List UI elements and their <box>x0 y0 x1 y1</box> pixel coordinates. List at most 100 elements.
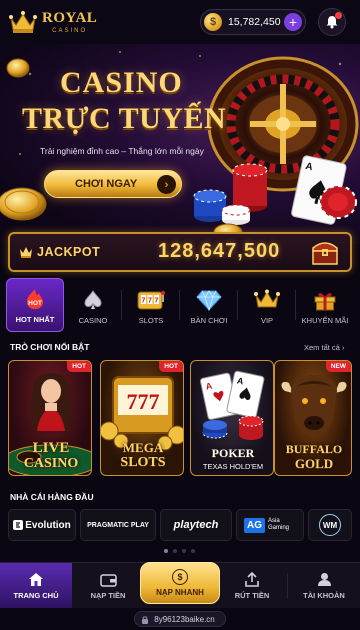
play-now-label: CHƠI NGAY <box>75 178 138 190</box>
jackpot-banner[interactable]: JACKPOT 128,647,500 <box>8 232 352 272</box>
balance-value: 15,782,450 <box>228 16 281 28</box>
hero-title-line1: CASINO <box>60 66 183 99</box>
category-casino[interactable]: CASINO <box>64 278 122 332</box>
game-subtitle: TEXAS HOLD'EM <box>202 462 264 471</box>
game-title-line2: GOLD <box>294 456 334 471</box>
carousel-dot[interactable] <box>191 549 195 553</box>
coin-icon: $ <box>204 13 222 31</box>
carousel-dot[interactable] <box>164 549 168 553</box>
new-badge: NEW <box>325 361 351 372</box>
diamond-icon <box>196 290 222 311</box>
browser-url-bar: 8y96123baike.cn <box>0 608 360 630</box>
providers-list: Evolution PRAGMATIC PLAY playtech AG Asi… <box>8 509 352 541</box>
wallet-icon <box>99 573 117 587</box>
slot-machine-icon: 7 7 7 <box>137 291 165 310</box>
provider-playtech[interactable]: playtech <box>160 509 232 541</box>
see-all-link[interactable]: Xem tất cả › <box>304 343 344 352</box>
dollar-coin-icon: $ <box>172 569 188 585</box>
nav-label: RÚT TIỀN <box>234 591 270 600</box>
svg-text:7: 7 <box>155 298 159 305</box>
provider-subname: Asia Gaming <box>268 518 290 531</box>
provider-asia-gaming[interactable]: AG Asia Gaming <box>236 509 304 541</box>
category-table-games[interactable]: BÀN CHƠI <box>180 278 238 332</box>
wm-logo-icon: WM <box>319 514 341 536</box>
user-icon <box>317 573 331 586</box>
notifications-button[interactable] <box>318 8 346 36</box>
provider-pragmatic-play[interactable]: PRAGMATIC PLAY <box>80 509 156 541</box>
game-title-line1: MEGA <box>122 440 164 455</box>
category-label: CASINO <box>78 316 108 325</box>
game-card-mega-slots[interactable]: 777 HOT MEGA SLOTS <box>100 360 184 476</box>
game-title-line1: BUFFALO <box>285 442 343 456</box>
jackpot-value: 128,647,500 <box>158 240 281 262</box>
game-title-line2: CASINO <box>23 456 79 471</box>
featured-games-title: TRÒ CHƠI NỔI BẬT <box>10 342 90 352</box>
top-header: ROYAL CASINO $ 15,782,450 + <box>0 0 360 44</box>
category-label: SLOTS <box>138 316 164 325</box>
provider-name: playtech <box>173 519 219 531</box>
add-funds-button[interactable]: + <box>284 13 302 31</box>
category-promotions[interactable]: KHUYẾN MÃI <box>296 278 354 332</box>
nav-label: TRANG CHỦ <box>13 591 59 600</box>
jackpot-label: JACKPOT <box>37 245 101 259</box>
evolution-logo-icon <box>13 520 24 530</box>
game-title-line1: POKER <box>211 446 255 460</box>
spade-icon <box>84 290 102 309</box>
nav-label: NẠP TIỀN <box>90 590 126 600</box>
treasure-chest-icon <box>312 242 338 265</box>
nav-account[interactable]: TÀI KHOẢN <box>288 563 360 609</box>
crown-icon <box>254 289 280 308</box>
chevron-right-icon: › <box>157 175 176 194</box>
home-icon <box>29 573 43 586</box>
game-title-line1: LIVE <box>32 440 70 456</box>
notification-dot <box>335 12 342 19</box>
category-label: VIP <box>260 316 274 325</box>
royal-casino-logo[interactable]: ROYAL CASINO <box>8 10 97 34</box>
nav-withdraw[interactable]: RÚT TIỀN <box>216 563 288 609</box>
category-vip[interactable]: VIP <box>238 278 296 332</box>
crown-icon <box>20 247 32 258</box>
carousel-dot[interactable] <box>173 549 177 553</box>
nav-home[interactable]: TRANG CHỦ <box>0 563 72 609</box>
carousel-dots <box>164 549 195 553</box>
game-title-line2: SLOTS <box>120 455 166 470</box>
providers-title: NHÀ CÁI HÀNG ĐẦU <box>10 492 94 502</box>
quick-deposit-button[interactable]: $ NẠP NHANH <box>140 562 220 604</box>
lock-icon <box>142 615 149 624</box>
upload-icon <box>245 572 259 587</box>
balance-display[interactable]: $ 15,782,450 + <box>200 9 306 35</box>
hot-badge: HOT <box>67 361 91 372</box>
nav-label: TÀI KHOẢN <box>303 591 345 600</box>
provider-name: PRAGMATIC PLAY <box>87 521 149 529</box>
logo-subtitle: CASINO <box>52 27 88 34</box>
carousel-dot[interactable] <box>182 549 186 553</box>
hot-badge-text: HOT <box>28 300 42 307</box>
url-text: 8y96123baike.cn <box>154 614 215 624</box>
game-card-live-casino[interactable]: HOT LIVE CASINO <box>8 360 92 476</box>
game-card-buffalo-gold[interactable]: NEW BUFFALO GOLD <box>274 360 352 476</box>
game-card-poker[interactable]: A A POKER TEXAS HOLD'EM <box>190 360 274 476</box>
gift-icon <box>314 293 336 311</box>
nav-label: NẠP NHANH <box>156 588 204 597</box>
category-label: KHUYẾN MÃI <box>301 316 349 325</box>
hot-flame-icon: HOT <box>27 289 43 309</box>
category-label: BÀN CHƠI <box>190 316 228 325</box>
hero-title-line2: TRỰC TUYẾN <box>22 102 227 135</box>
hero-subtitle: Trải nghiệm đỉnh cao – Thắng lớn mỗi ngà… <box>40 146 204 156</box>
hero-banner[interactable]: A CASINO TRỰC TUYẾN Trải nghiệm đỉnh cao… <box>0 44 360 244</box>
crown-logo-icon <box>9 11 37 33</box>
logo-title: ROYAL <box>42 9 98 26</box>
category-hot[interactable]: HOT HOT NHẤT <box>6 278 64 332</box>
slot-reel-text: 777 <box>127 389 160 414</box>
featured-games-list: HOT LIVE CASINO 777 HOT MEGA SLOTS A A P… <box>8 360 352 476</box>
nav-deposit[interactable]: NẠP TIỀN <box>72 563 144 609</box>
provider-evolution[interactable]: Evolution <box>8 509 76 541</box>
provider-name: Evolution <box>25 519 71 531</box>
svg-text:7: 7 <box>142 298 146 305</box>
category-label: HOT NHẤT <box>15 315 55 324</box>
url-pill[interactable]: 8y96123baike.cn <box>134 611 226 627</box>
category-nav: HOT HOT NHẤT CASINO 7 7 7 SLOTS BÀN CHƠI <box>6 278 356 332</box>
play-now-button[interactable]: CHƠI NGAY › <box>44 170 182 198</box>
provider-wm[interactable]: WM <box>308 509 352 541</box>
category-slots[interactable]: 7 7 7 SLOTS <box>122 278 180 332</box>
